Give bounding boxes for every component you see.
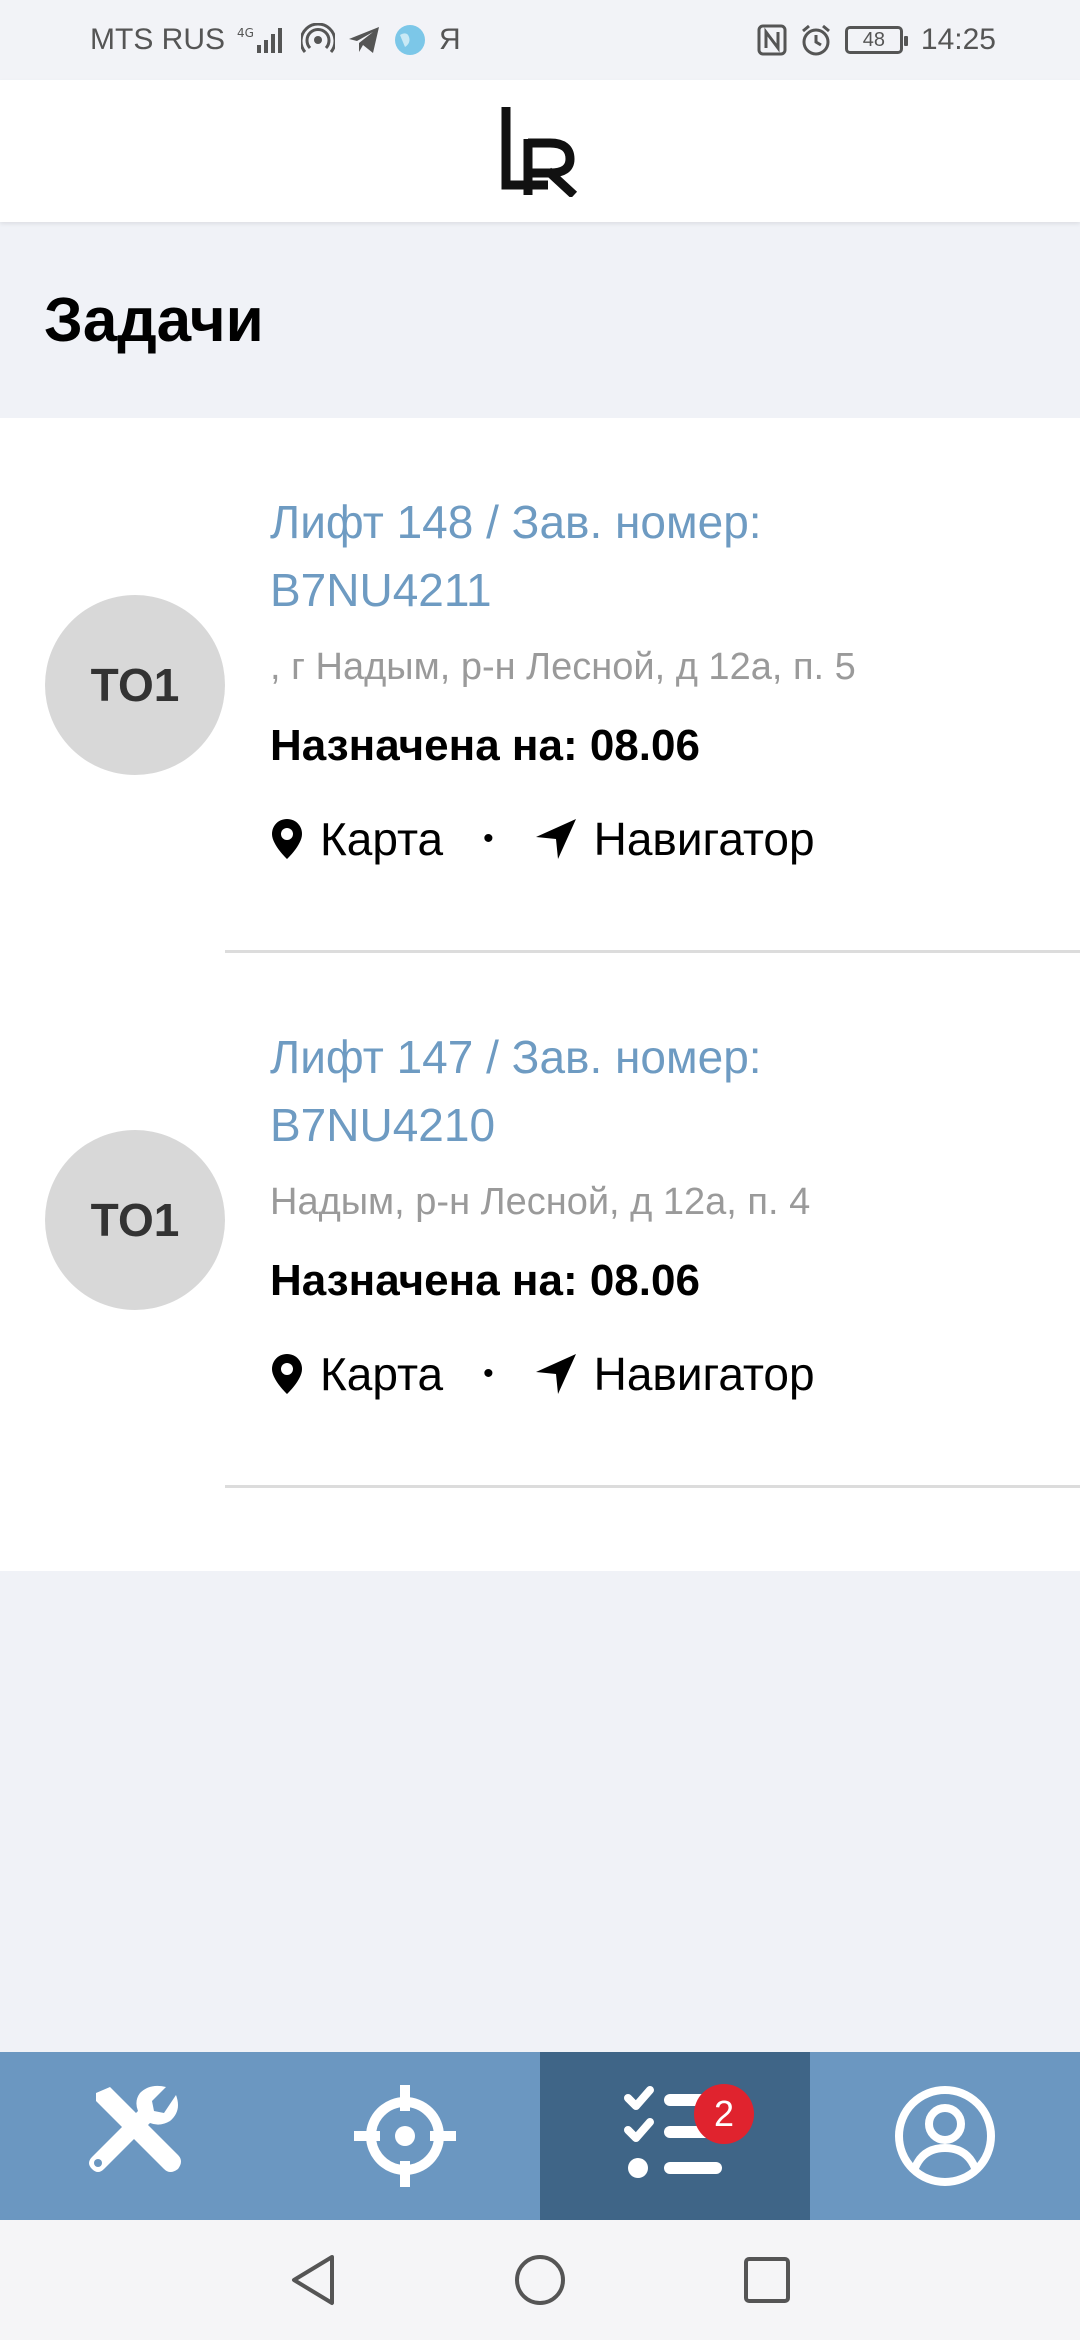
task-title[interactable]: Лифт 147 / Зав. номер: B7NU4210 bbox=[270, 1023, 1040, 1159]
signal-icon: 4G bbox=[237, 25, 289, 55]
task-address: Надым, р-н Лесной, д 12а, п. 4 bbox=[270, 1181, 811, 1223]
task-body: Лифт 147 / Зав. номер: B7NU4210 Надым, р… bbox=[270, 1023, 1040, 1401]
hotspot-icon bbox=[301, 23, 335, 57]
task-actions: Карта • Навигатор bbox=[270, 1347, 1040, 1401]
app-logo bbox=[501, 107, 578, 197]
svg-text:4G: 4G bbox=[237, 26, 254, 40]
divider bbox=[225, 1485, 1080, 1488]
map-pin-icon bbox=[272, 1354, 302, 1394]
navigation-arrow-icon bbox=[535, 819, 576, 859]
task-assigned-date: Назначена на: 08.06 bbox=[270, 1256, 700, 1305]
task-serial-number: B7NU4211 bbox=[270, 564, 492, 616]
task-list: TO1 Лифт 148 / Зав. номер: B7NU4211 , г … bbox=[0, 418, 1080, 1571]
map-link-label: Карта bbox=[320, 1348, 444, 1400]
clock: 14:25 bbox=[920, 23, 996, 56]
task-count-badge: 2 bbox=[694, 2084, 754, 2144]
task-title-line1: Лифт 147 / Зав. номер: bbox=[270, 1031, 762, 1083]
profile-icon bbox=[895, 2086, 995, 2186]
task-item[interactable]: TO1 Лифт 148 / Зав. номер: B7NU4211 , г … bbox=[0, 418, 1080, 953]
navigator-link-label: Навигатор bbox=[593, 813, 815, 865]
task-type-avatar: TO1 bbox=[45, 595, 225, 775]
page-title-section: Задачи bbox=[0, 222, 1080, 418]
separator-dot: • bbox=[483, 1357, 494, 1390]
home-button[interactable] bbox=[513, 2253, 567, 2307]
navigation-arrow-icon bbox=[535, 1354, 576, 1394]
alarm-icon bbox=[799, 23, 833, 57]
page-title: Задачи bbox=[44, 285, 264, 355]
globe-icon bbox=[393, 23, 427, 57]
crosshair-icon bbox=[354, 2085, 456, 2187]
map-link-label: Карта bbox=[320, 813, 444, 865]
tab-tools[interactable] bbox=[0, 2052, 270, 2220]
task-assigned-date: Назначена на: 08.06 bbox=[270, 721, 700, 770]
status-bar: MTS RUS 4G Я 48 14:25 bbox=[0, 0, 1080, 80]
map-pin-icon bbox=[272, 819, 302, 859]
navigator-link[interactable]: Навигатор bbox=[534, 1347, 815, 1401]
recents-button[interactable] bbox=[742, 2255, 792, 2305]
yandex-glyph: Я bbox=[439, 23, 461, 56]
task-title[interactable]: Лифт 148 / Зав. номер: B7NU4211 bbox=[270, 488, 1040, 624]
task-title-line1: Лифт 148 / Зав. номер: bbox=[270, 496, 762, 548]
task-actions: Карта • Навигатор bbox=[270, 812, 1040, 866]
app-header bbox=[0, 80, 1080, 222]
task-address: , г Надым, р-н Лесной, д 12а, п. 5 bbox=[270, 646, 856, 688]
home-circle-icon bbox=[514, 2255, 565, 2305]
task-type-avatar: TO1 bbox=[45, 1130, 225, 1310]
tab-profile[interactable] bbox=[810, 2052, 1080, 2220]
tab-tasks[interactable]: 2 bbox=[540, 2052, 810, 2220]
back-button[interactable] bbox=[288, 2253, 338, 2307]
tools-icon bbox=[89, 2085, 181, 2172]
task-serial-number: B7NU4210 bbox=[270, 1099, 496, 1151]
tab-location[interactable] bbox=[270, 2052, 540, 2220]
back-triangle-icon bbox=[291, 2255, 334, 2305]
task-body: Лифт 148 / Зав. номер: B7NU4211 , г Нады… bbox=[270, 488, 1040, 866]
nfc-icon bbox=[757, 24, 787, 56]
bottom-tab-bar: 2 bbox=[0, 2052, 1080, 2220]
system-nav-bar bbox=[0, 2220, 1080, 2340]
carrier-label: MTS RUS bbox=[90, 23, 225, 56]
recents-square-icon bbox=[744, 2257, 791, 2303]
navigator-link-label: Навигатор bbox=[593, 1348, 815, 1400]
task-item[interactable]: TO1 Лифт 147 / Зав. номер: B7NU4210 Нады… bbox=[0, 953, 1080, 1488]
map-link[interactable]: Карта bbox=[270, 1347, 443, 1401]
navigator-link[interactable]: Навигатор bbox=[534, 812, 815, 866]
battery-icon: 48 bbox=[844, 26, 908, 54]
map-link[interactable]: Карта bbox=[270, 812, 443, 866]
separator-dot: • bbox=[483, 822, 494, 855]
telegram-icon bbox=[347, 25, 381, 55]
